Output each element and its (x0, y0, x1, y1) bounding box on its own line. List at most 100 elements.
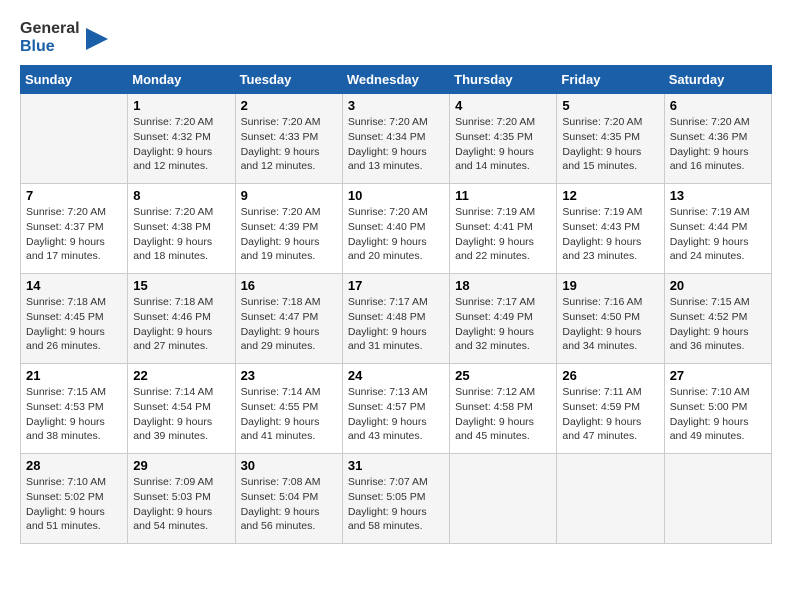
day-number: 4 (455, 98, 551, 113)
day-number: 28 (26, 458, 122, 473)
day-info: Sunrise: 7:20 AMSunset: 4:39 PMDaylight:… (241, 205, 337, 264)
calendar-cell: 1 Sunrise: 7:20 AMSunset: 4:32 PMDaylight… (128, 94, 235, 184)
calendar-cell (21, 94, 128, 184)
calendar-cell: 9 Sunrise: 7:20 AMSunset: 4:39 PMDaylight… (235, 184, 342, 274)
day-number: 7 (26, 188, 122, 203)
day-info: Sunrise: 7:11 AMSunset: 4:59 PMDaylight:… (562, 385, 658, 444)
week-row-1: 1 Sunrise: 7:20 AMSunset: 4:32 PMDaylight… (21, 94, 772, 184)
calendar-cell: 13 Sunrise: 7:19 AMSunset: 4:44 PMDayligh… (664, 184, 771, 274)
header-cell-thursday: Thursday (450, 66, 557, 94)
day-number: 19 (562, 278, 658, 293)
day-info: Sunrise: 7:12 AMSunset: 4:58 PMDaylight:… (455, 385, 551, 444)
calendar-cell: 30Sunrise: 7:08 AMSunset: 5:04 PMDayligh… (235, 454, 342, 544)
header: General Blue (20, 20, 772, 55)
day-info: Sunrise: 7:09 AMSunset: 5:03 PMDaylight:… (133, 475, 229, 534)
logo-line2: Blue (20, 38, 80, 56)
calendar-cell (557, 454, 664, 544)
calendar-cell: 20 Sunrise: 7:15 AMSunset: 4:52 PMDayligh… (664, 274, 771, 364)
calendar-cell: 19 Sunrise: 7:16 AMSunset: 4:50 PMDayligh… (557, 274, 664, 364)
calendar-cell: 3Sunrise: 7:20 AMSunset: 4:34 PMDaylight… (342, 94, 449, 184)
day-info: Sunrise: 7:20 AMSunset: 4:32 PMDaylight:… (133, 115, 229, 174)
day-info: Sunrise: 7:08 AMSunset: 5:04 PMDaylight:… (241, 475, 337, 534)
day-number: 5 (562, 98, 658, 113)
calendar-cell: 16Sunrise: 7:18 AMSunset: 4:47 PMDayligh… (235, 274, 342, 364)
calendar-cell: 7 Sunrise: 7:20 AMSunset: 4:37 PMDaylight… (21, 184, 128, 274)
calendar-cell: 17 Sunrise: 7:17 AMSunset: 4:48 PMDayligh… (342, 274, 449, 364)
day-info: Sunrise: 7:19 AMSunset: 4:41 PMDaylight:… (455, 205, 551, 264)
day-number: 11 (455, 188, 551, 203)
calendar-cell: 26 Sunrise: 7:11 AMSunset: 4:59 PMDayligh… (557, 364, 664, 454)
calendar-cell: 5Sunrise: 7:20 AMSunset: 4:35 PMDaylight… (557, 94, 664, 184)
day-info: Sunrise: 7:14 AMSunset: 4:54 PMDaylight:… (133, 385, 229, 444)
calendar-cell: 25 Sunrise: 7:12 AMSunset: 4:58 PMDayligh… (450, 364, 557, 454)
logo-line1: General (20, 20, 80, 38)
day-info: Sunrise: 7:16 AMSunset: 4:50 PMDaylight:… (562, 295, 658, 354)
week-row-4: 21 Sunrise: 7:15 AMSunset: 4:53 PMDayligh… (21, 364, 772, 454)
day-number: 27 (670, 368, 766, 383)
day-number: 12 (562, 188, 658, 203)
day-number: 26 (562, 368, 658, 383)
calendar-cell: 23 Sunrise: 7:14 AMSunset: 4:55 PMDayligh… (235, 364, 342, 454)
day-number: 21 (26, 368, 122, 383)
calendar-header: SundayMondayTuesdayWednesdayThursdayFrid… (21, 66, 772, 94)
day-number: 18 (455, 278, 551, 293)
day-number: 6 (670, 98, 766, 113)
day-info: Sunrise: 7:14 AMSunset: 4:55 PMDaylight:… (241, 385, 337, 444)
calendar-cell: 29 Sunrise: 7:09 AMSunset: 5:03 PMDayligh… (128, 454, 235, 544)
header-cell-tuesday: Tuesday (235, 66, 342, 94)
day-info: Sunrise: 7:18 AMSunset: 4:47 PMDaylight:… (241, 295, 337, 354)
day-number: 13 (670, 188, 766, 203)
logo-graphic: General Blue (20, 20, 80, 55)
calendar-cell: 28 Sunrise: 7:10 AMSunset: 5:02 PMDayligh… (21, 454, 128, 544)
day-info: Sunrise: 7:20 AMSunset: 4:38 PMDaylight:… (133, 205, 229, 264)
calendar-cell: 11 Sunrise: 7:19 AMSunset: 4:41 PMDayligh… (450, 184, 557, 274)
calendar-cell (450, 454, 557, 544)
day-info: Sunrise: 7:19 AMSunset: 4:44 PMDaylight:… (670, 205, 766, 264)
day-info: Sunrise: 7:20 AMSunset: 4:33 PMDaylight:… (241, 115, 337, 174)
day-number: 31 (348, 458, 444, 473)
day-number: 17 (348, 278, 444, 293)
day-number: 3 (348, 98, 444, 113)
logo-arrow-icon (86, 28, 108, 50)
day-number: 25 (455, 368, 551, 383)
day-info: Sunrise: 7:18 AMSunset: 4:46 PMDaylight:… (133, 295, 229, 354)
calendar-cell: 15 Sunrise: 7:18 AMSunset: 4:46 PMDayligh… (128, 274, 235, 364)
header-cell-friday: Friday (557, 66, 664, 94)
day-info: Sunrise: 7:20 AMSunset: 4:40 PMDaylight:… (348, 205, 444, 264)
day-number: 9 (241, 188, 337, 203)
day-info: Sunrise: 7:15 AMSunset: 4:53 PMDaylight:… (26, 385, 122, 444)
day-info: Sunrise: 7:20 AMSunset: 4:37 PMDaylight:… (26, 205, 122, 264)
header-row: SundayMondayTuesdayWednesdayThursdayFrid… (21, 66, 772, 94)
day-info: Sunrise: 7:20 AMSunset: 4:35 PMDaylight:… (455, 115, 551, 174)
calendar-cell: 31 Sunrise: 7:07 AMSunset: 5:05 PMDayligh… (342, 454, 449, 544)
day-number: 15 (133, 278, 229, 293)
day-number: 24 (348, 368, 444, 383)
calendar-cell: 8 Sunrise: 7:20 AMSunset: 4:38 PMDaylight… (128, 184, 235, 274)
day-info: Sunrise: 7:17 AMSunset: 4:48 PMDaylight:… (348, 295, 444, 354)
calendar-cell: 10Sunrise: 7:20 AMSunset: 4:40 PMDayligh… (342, 184, 449, 274)
day-info: Sunrise: 7:19 AMSunset: 4:43 PMDaylight:… (562, 205, 658, 264)
header-cell-monday: Monday (128, 66, 235, 94)
day-info: Sunrise: 7:07 AMSunset: 5:05 PMDaylight:… (348, 475, 444, 534)
day-number: 29 (133, 458, 229, 473)
week-row-2: 7 Sunrise: 7:20 AMSunset: 4:37 PMDaylight… (21, 184, 772, 274)
day-info: Sunrise: 7:17 AMSunset: 4:49 PMDaylight:… (455, 295, 551, 354)
calendar-cell: 18 Sunrise: 7:17 AMSunset: 4:49 PMDayligh… (450, 274, 557, 364)
calendar-table: SundayMondayTuesdayWednesdayThursdayFrid… (20, 65, 772, 544)
day-number: 1 (133, 98, 229, 113)
day-number: 20 (670, 278, 766, 293)
week-row-5: 28 Sunrise: 7:10 AMSunset: 5:02 PMDayligh… (21, 454, 772, 544)
day-info: Sunrise: 7:15 AMSunset: 4:52 PMDaylight:… (670, 295, 766, 354)
day-number: 23 (241, 368, 337, 383)
calendar-cell: 6Sunrise: 7:20 AMSunset: 4:36 PMDaylight… (664, 94, 771, 184)
header-cell-wednesday: Wednesday (342, 66, 449, 94)
calendar-body: 1 Sunrise: 7:20 AMSunset: 4:32 PMDaylight… (21, 94, 772, 544)
calendar-cell: 4 Sunrise: 7:20 AMSunset: 4:35 PMDaylight… (450, 94, 557, 184)
day-info: Sunrise: 7:13 AMSunset: 4:57 PMDaylight:… (348, 385, 444, 444)
header-cell-saturday: Saturday (664, 66, 771, 94)
calendar-cell: 2Sunrise: 7:20 AMSunset: 4:33 PMDaylight… (235, 94, 342, 184)
day-number: 8 (133, 188, 229, 203)
day-info: Sunrise: 7:10 AMSunset: 5:02 PMDaylight:… (26, 475, 122, 534)
day-number: 14 (26, 278, 122, 293)
header-cell-sunday: Sunday (21, 66, 128, 94)
